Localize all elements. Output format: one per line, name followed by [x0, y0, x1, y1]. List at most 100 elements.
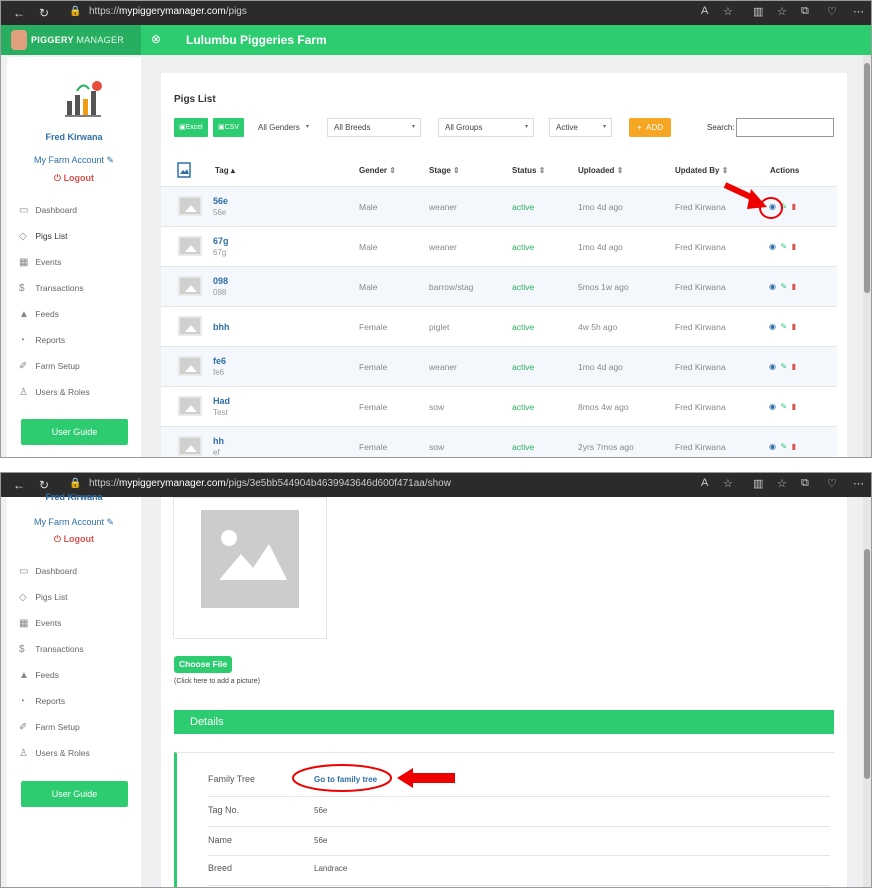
- scrollbar-thumb[interactable]: [864, 549, 870, 779]
- view-eye-icon[interactable]: ◉: [769, 242, 776, 251]
- edit-icon[interactable]: ✎: [780, 402, 787, 411]
- edit-icon[interactable]: ✎: [780, 322, 787, 331]
- close-circle-icon[interactable]: ⊗: [151, 32, 161, 46]
- breed-filter[interactable]: All Breeds ▾: [327, 118, 421, 137]
- tag-link[interactable]: 56e: [213, 196, 228, 206]
- col-uploaded[interactable]: Uploaded ⇕: [578, 166, 623, 175]
- delete-icon[interactable]: ▮: [792, 242, 796, 251]
- table-row[interactable]: 098 098 Male barrow/stag active 5mos 1w …: [161, 266, 837, 306]
- delete-icon[interactable]: ▮: [792, 362, 796, 371]
- sidebar-item-reports[interactable]: ◔ Reports: [19, 694, 65, 708]
- view-eye-icon[interactable]: ◉: [769, 322, 776, 331]
- add-pig-button[interactable]: + ADD: [629, 118, 672, 137]
- sidebar-item-feeds[interactable]: ▲ Feeds: [19, 668, 59, 682]
- edit-icon[interactable]: ✎: [780, 242, 787, 251]
- group-filter[interactable]: All Groups ▾: [438, 118, 534, 137]
- copilot-icon[interactable]: ♡: [827, 477, 837, 490]
- table-row[interactable]: 67g 67g Male weaner active 1mo 4d ago Fr…: [161, 226, 837, 266]
- sidebar-item-pigs-list[interactable]: ◇ Pigs List: [19, 229, 68, 243]
- split-screen-icon[interactable]: ▥: [753, 477, 763, 490]
- address-bar[interactable]: https://mypiggerymanager.com/pigs/3e5bb5…: [89, 478, 451, 489]
- edit-icon[interactable]: ✎: [780, 282, 787, 291]
- user-guide-button[interactable]: User Guide: [21, 419, 128, 445]
- col-updated-by[interactable]: Updated By ⇕: [675, 166, 728, 175]
- choose-file-button[interactable]: Choose File: [174, 656, 233, 673]
- brand-logo[interactable]: PIGGERY MANAGER: [1, 25, 141, 55]
- uploaded-cell: 1mo 4d ago: [578, 202, 623, 212]
- col-status[interactable]: Status ⇕: [512, 166, 545, 175]
- table-row[interactable]: hh ef Female sow active 2yrs 7mos ago Fr…: [161, 426, 837, 457]
- refresh-icon[interactable]: ↻: [39, 6, 49, 20]
- table-row[interactable]: fe6 fe6 Female weaner active 1mo 4d ago …: [161, 346, 837, 386]
- edit-icon[interactable]: ✎: [780, 362, 787, 371]
- refresh-icon[interactable]: ↻: [39, 478, 49, 492]
- farm-account-link[interactable]: My Farm Account ✎: [7, 155, 141, 166]
- csv-export-button[interactable]: ▣CSV: [213, 118, 245, 137]
- sidebar-item-feeds[interactable]: ▲ Feeds: [19, 307, 59, 321]
- sidebar-item-transactions[interactable]: $ Transactions: [19, 642, 84, 656]
- read-aloud-icon[interactable]: A: [701, 477, 708, 489]
- excel-export-button[interactable]: ▣Excel: [174, 118, 208, 137]
- col-stage[interactable]: Stage ⇕: [429, 166, 460, 175]
- tag-link[interactable]: bhh: [213, 322, 230, 332]
- view-eye-icon[interactable]: ◉: [769, 442, 776, 451]
- collections-icon[interactable]: ⧉: [801, 477, 809, 490]
- calendar-icon: ▦: [19, 618, 29, 629]
- sidebar-item-users-roles[interactable]: ♙ Users & Roles: [19, 385, 90, 399]
- delete-icon[interactable]: ▮: [792, 282, 796, 291]
- more-icon[interactable]: ⋯: [853, 5, 864, 18]
- copilot-icon[interactable]: ♡: [827, 5, 837, 18]
- tag-link[interactable]: 67g: [213, 236, 229, 246]
- status-filter[interactable]: Active ▾: [549, 118, 612, 137]
- pig-thumbnail: [178, 396, 202, 416]
- edit-icon[interactable]: ✎: [780, 442, 787, 451]
- sidebar-item-events[interactable]: ▦ Events: [19, 616, 61, 630]
- col-tag[interactable]: Tag ▴: [215, 166, 235, 175]
- favorites-icon[interactable]: ☆: [777, 5, 787, 18]
- tag-link[interactable]: hh: [213, 436, 224, 446]
- favorite-star-icon[interactable]: ☆: [723, 477, 733, 490]
- read-aloud-icon[interactable]: A: [701, 5, 708, 17]
- user-guide-button[interactable]: User Guide: [21, 781, 128, 807]
- search-input[interactable]: [736, 118, 834, 137]
- gender-filter[interactable]: All Genders ▾: [251, 118, 315, 137]
- logout-link[interactable]: ⏻ Logout: [7, 534, 141, 545]
- table-row[interactable]: bhh Female piglet active 4w 5h ago Fred …: [161, 306, 837, 346]
- sidebar-item-users-roles[interactable]: ♙ Users & Roles: [19, 746, 90, 760]
- more-icon[interactable]: ⋯: [853, 477, 864, 490]
- sidebar-item-events[interactable]: ▦ Events: [19, 255, 61, 269]
- delete-icon[interactable]: ▮: [792, 202, 796, 211]
- favorite-star-icon[interactable]: ☆: [723, 5, 733, 18]
- pig-photo-frame[interactable]: [173, 497, 327, 639]
- delete-icon[interactable]: ▮: [792, 442, 796, 451]
- sidebar-item-farm-setup[interactable]: ✐ Farm Setup: [19, 720, 80, 734]
- col-gender[interactable]: Gender ⇕: [359, 166, 396, 175]
- delete-icon[interactable]: ▮: [792, 402, 796, 411]
- sidebar-item-reports[interactable]: ◔ Reports: [19, 333, 65, 347]
- table-row[interactable]: Had Test Female sow active 8mos 4w ago F…: [161, 386, 837, 426]
- view-eye-icon[interactable]: ◉: [769, 282, 776, 291]
- back-icon[interactable]: ←: [13, 6, 25, 20]
- sidebar-item-transactions[interactable]: $ Transactions: [19, 281, 84, 295]
- back-icon[interactable]: ←: [13, 478, 25, 492]
- sidebar-item-dashboard[interactable]: ▭ Dashboard: [19, 203, 77, 217]
- tag-link[interactable]: 098: [213, 276, 228, 286]
- tag-link[interactable]: Had: [213, 396, 230, 406]
- address-bar[interactable]: https://mypiggerymanager.com/pigs: [89, 6, 247, 17]
- page-scrollbar[interactable]: [863, 55, 871, 457]
- tag-link[interactable]: fe6: [213, 356, 226, 366]
- scrollbar-thumb[interactable]: [864, 63, 870, 293]
- view-eye-icon[interactable]: ◉: [769, 362, 776, 371]
- details-table: Family Tree Go to family tree Tag No. 56…: [174, 752, 834, 887]
- split-screen-icon[interactable]: ▥: [753, 5, 763, 18]
- favorites-icon[interactable]: ☆: [777, 477, 787, 490]
- sidebar-item-dashboard[interactable]: ▭ Dashboard: [19, 564, 77, 578]
- delete-icon[interactable]: ▮: [792, 322, 796, 331]
- sidebar-item-farm-setup[interactable]: ✐ Farm Setup: [19, 359, 80, 373]
- page-scrollbar[interactable]: [863, 497, 871, 887]
- view-eye-icon[interactable]: ◉: [769, 402, 776, 411]
- collections-icon[interactable]: ⧉: [801, 5, 809, 18]
- farm-account-link[interactable]: My Farm Account ✎: [7, 517, 141, 528]
- logout-link[interactable]: ⏻ Logout: [7, 173, 141, 184]
- sidebar-item-pigs-list[interactable]: ◇ Pigs List: [19, 590, 68, 604]
